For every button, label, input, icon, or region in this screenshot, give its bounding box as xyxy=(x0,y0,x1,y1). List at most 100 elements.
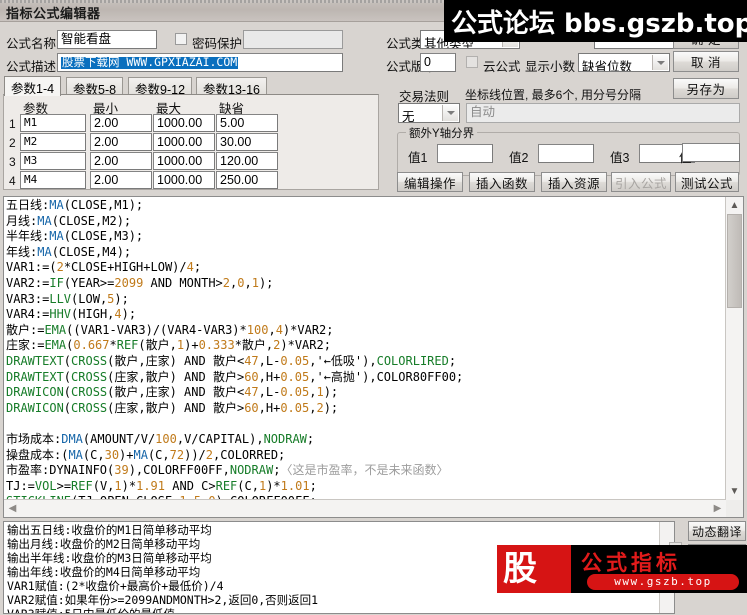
trade-rule-select[interactable]: 无 xyxy=(398,103,460,123)
output-line: 输出月线:收盘价的M2日简单移动平均 xyxy=(7,537,201,551)
watermark-bull-char: 股 xyxy=(503,549,537,589)
output-line: VAR2赋值:如果年份>=2099ANDMONTH>2,返回0,否则返回1 xyxy=(7,593,319,607)
save-as-button[interactable]: 另存为 xyxy=(673,78,739,99)
code-token: REF xyxy=(215,478,238,493)
code-token: DRAWICON xyxy=(6,385,64,400)
tab-params-1-4[interactable]: 参数1-4 xyxy=(4,76,62,96)
code-token: 1 xyxy=(251,275,259,290)
code-token: , xyxy=(244,275,252,290)
code-token: MA xyxy=(133,447,148,462)
cancel-button[interactable]: 取 消 xyxy=(673,51,739,72)
code-token: ; xyxy=(309,478,317,493)
insert-resource-button[interactable]: 插入资源 xyxy=(541,172,607,192)
yaxis-input-1[interactable] xyxy=(437,144,493,163)
code-token: 0.05 xyxy=(280,385,310,400)
dynamic-translate-button[interactable]: 动态翻译 xyxy=(688,521,746,541)
code-token: 1 xyxy=(114,478,122,493)
password-input[interactable] xyxy=(243,30,343,49)
code-token: COLORLIRED xyxy=(376,353,449,368)
formula-name-input[interactable]: 智能看盘 xyxy=(57,30,157,49)
scroll-down-icon[interactable]: ▼ xyxy=(726,483,743,500)
code-token: 散户:= xyxy=(6,322,45,337)
param-max-input-4[interactable]: 1000.00 xyxy=(153,171,215,189)
code-token: VAR4:= xyxy=(6,307,50,322)
scroll-up-icon[interactable]: ▲ xyxy=(726,197,743,214)
param-max-input-1[interactable]: 1000.00 xyxy=(153,114,215,132)
formula-code-editor[interactable]: 五日线:MA(CLOSE,M1); 月线:MA(CLOSE,M2); 半年线:MA(… xyxy=(3,196,744,518)
code-token: ; xyxy=(306,431,315,446)
yaxis-input-2[interactable] xyxy=(538,144,594,163)
scroll-right-icon[interactable]: ▶ xyxy=(709,500,726,517)
cloud-formula-checkbox[interactable] xyxy=(466,56,478,68)
param-max-input-3[interactable]: 1000.00 xyxy=(153,152,215,170)
code-token: 庄家:= xyxy=(6,338,45,353)
output-line: VAR3赋值:5日内最低价的最低值 xyxy=(7,607,176,614)
tab-params-13-16[interactable]: 参数13-16 xyxy=(196,77,267,97)
code-token: 2099 xyxy=(114,275,144,290)
code-token: 47 xyxy=(244,385,259,400)
param-min-input-4[interactable]: 2.00 xyxy=(90,171,152,189)
code-token: ,H+ xyxy=(258,369,281,384)
coord-line-input[interactable]: 自动 xyxy=(466,103,740,123)
tab-params-5-8[interactable]: 参数5-8 xyxy=(66,77,124,97)
code-token: 2 xyxy=(205,447,214,462)
chevron-down-icon[interactable] xyxy=(442,105,458,121)
param-default-input-4[interactable]: 250.00 xyxy=(216,171,278,189)
param-default-input-3[interactable]: 120.00 xyxy=(216,152,278,170)
decimal-digits-value: 缺省位数 xyxy=(582,60,633,72)
code-token: ( xyxy=(63,369,72,384)
code-token: (C, xyxy=(147,447,170,462)
param-name-input-3[interactable]: M3 xyxy=(20,152,86,170)
code-token: ))/ xyxy=(184,447,206,462)
code-token: TJ:= xyxy=(6,478,35,493)
window-title: 指标公式编辑器 xyxy=(6,6,101,21)
chevron-down-icon[interactable] xyxy=(652,55,668,70)
code-token: 47 xyxy=(244,353,259,368)
formula-desc-label: 公式描述 xyxy=(6,60,57,74)
edit-operation-button[interactable]: 编辑操作 xyxy=(397,172,463,192)
code-token: ( xyxy=(63,353,72,368)
param-default-input-2[interactable]: 30.00 xyxy=(216,133,278,151)
param-min-input-3[interactable]: 2.00 xyxy=(90,152,152,170)
param-name-input-1[interactable]: M1 xyxy=(20,114,86,132)
editor-horizontal-scrollbar[interactable]: ◀ ▶ xyxy=(4,499,726,517)
code-token: DRAWTEXT xyxy=(6,353,64,368)
extra-yaxis-group-label: 额外Y轴分界 xyxy=(406,125,478,141)
code-token: ),COLORFF00FF, xyxy=(128,463,230,478)
code-token: (V, xyxy=(92,478,115,493)
code-token: >= xyxy=(56,478,72,493)
param-name-input-2[interactable]: M2 xyxy=(20,133,86,151)
insert-function-button[interactable]: 插入函数 xyxy=(469,172,535,192)
password-protect-checkbox[interactable] xyxy=(175,33,187,45)
parameters-panel: 参数 最小 最大 缺省 1 M1 2.00 1000.00 5.00 2 M2 … xyxy=(3,94,379,190)
param-default-input-1[interactable]: 5.00 xyxy=(216,114,278,132)
code-text[interactable]: 五日线:MA(CLOSE,M1); 月线:MA(CLOSE,M2); 半年线:MA(… xyxy=(6,198,725,510)
code-token: )*VAR2; xyxy=(282,322,334,337)
code-token: , xyxy=(268,322,276,337)
scroll-left-icon[interactable]: ◀ xyxy=(4,500,21,517)
formula-version-input[interactable]: 0 xyxy=(420,53,456,72)
output-line: VAR1赋值:(2*收盘价+最高价+最低价)/4 xyxy=(7,579,224,593)
code-token: 60 xyxy=(244,400,259,415)
code-token: 1.91 xyxy=(136,478,166,493)
yaxis-input-4[interactable] xyxy=(682,143,740,162)
code-token: DRAWICON xyxy=(6,400,64,415)
tab-params-9-12[interactable]: 参数9-12 xyxy=(128,77,193,97)
formula-desc-input[interactable]: 股票下载网 WWW.GPXIAZAI.COM xyxy=(57,53,343,72)
param-min-input-1[interactable]: 2.00 xyxy=(90,114,152,132)
decimal-digits-select[interactable]: 缺省位数 xyxy=(578,53,670,72)
param-name-input-4[interactable]: M4 xyxy=(20,171,86,189)
vertical-scroll-thumb[interactable] xyxy=(727,214,742,308)
param-min-input-2[interactable]: 2.00 xyxy=(90,133,152,151)
test-formula-button[interactable]: 测试公式 xyxy=(675,172,739,192)
code-token: CROSS xyxy=(71,400,108,415)
editor-vertical-scrollbar[interactable]: ▲ ▼ xyxy=(725,197,743,500)
scrollbar-corner xyxy=(726,500,743,517)
code-token: 〈这是市盈率，不是未来函数〉 xyxy=(280,463,449,478)
code-token: ; xyxy=(193,260,202,275)
param-max-input-2[interactable]: 1000.00 xyxy=(153,133,215,151)
code-token: CROSS xyxy=(71,369,108,384)
param-row-index: 3 xyxy=(9,155,16,169)
code-token: ); xyxy=(258,275,274,290)
